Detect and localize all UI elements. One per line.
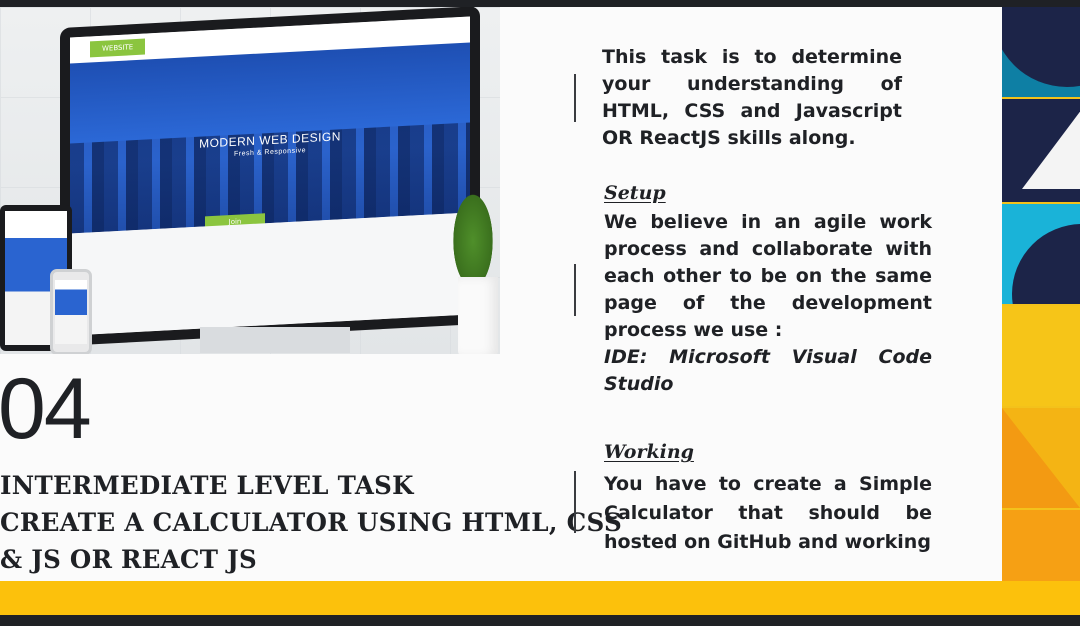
tile bbox=[1002, 99, 1080, 202]
monitor-stand bbox=[200, 327, 350, 353]
task-number: 04 bbox=[0, 361, 92, 457]
divider bbox=[574, 471, 576, 533]
plant-pot bbox=[458, 277, 498, 354]
hero-image: WEBSITE MODERN WEB DESIGN Fresh & Respon… bbox=[0, 7, 500, 354]
mockup-lower-section bbox=[70, 212, 470, 336]
tile bbox=[1002, 204, 1080, 304]
setup-body: We believe in an agile work process and … bbox=[604, 211, 932, 341]
setup-section: We believe in an agile work process and … bbox=[604, 209, 932, 398]
setup-ide: IDE: Microsoft Visual Code Studio bbox=[604, 346, 932, 395]
heading-task: CREATE A CALCULATOR USING HTML, CSS bbox=[0, 508, 623, 537]
tile bbox=[1002, 7, 1080, 97]
heading-level: INTERMEDIATE LEVEL TASK bbox=[0, 471, 414, 500]
divider bbox=[574, 264, 576, 316]
setup-title: Setup bbox=[604, 182, 666, 204]
plant bbox=[450, 187, 496, 277]
heading-task-cont: & JS OR REACT JS bbox=[0, 545, 257, 574]
bottom-accent-bar bbox=[0, 581, 1080, 615]
bottom-bar bbox=[0, 615, 1080, 626]
tile bbox=[1002, 306, 1080, 406]
phone-device bbox=[50, 269, 92, 354]
mockup-banner: MODERN WEB DESIGN Fresh & Responsive Joi… bbox=[70, 42, 470, 234]
monitor: WEBSITE MODERN WEB DESIGN Fresh & Respon… bbox=[60, 7, 480, 347]
intro-text: This task is to determine your understan… bbox=[602, 46, 902, 149]
working-body: You have to create a Simple Calculator t… bbox=[604, 473, 932, 553]
tile bbox=[1002, 510, 1080, 581]
mockup-nav-label: WEBSITE bbox=[90, 38, 146, 58]
working-title: Working bbox=[604, 441, 694, 463]
decorative-tile-strip bbox=[1002, 7, 1080, 581]
monitor-screen: WEBSITE MODERN WEB DESIGN Fresh & Respon… bbox=[70, 16, 470, 336]
tile bbox=[1002, 408, 1080, 508]
top-bar bbox=[0, 0, 1080, 7]
divider bbox=[574, 74, 576, 122]
